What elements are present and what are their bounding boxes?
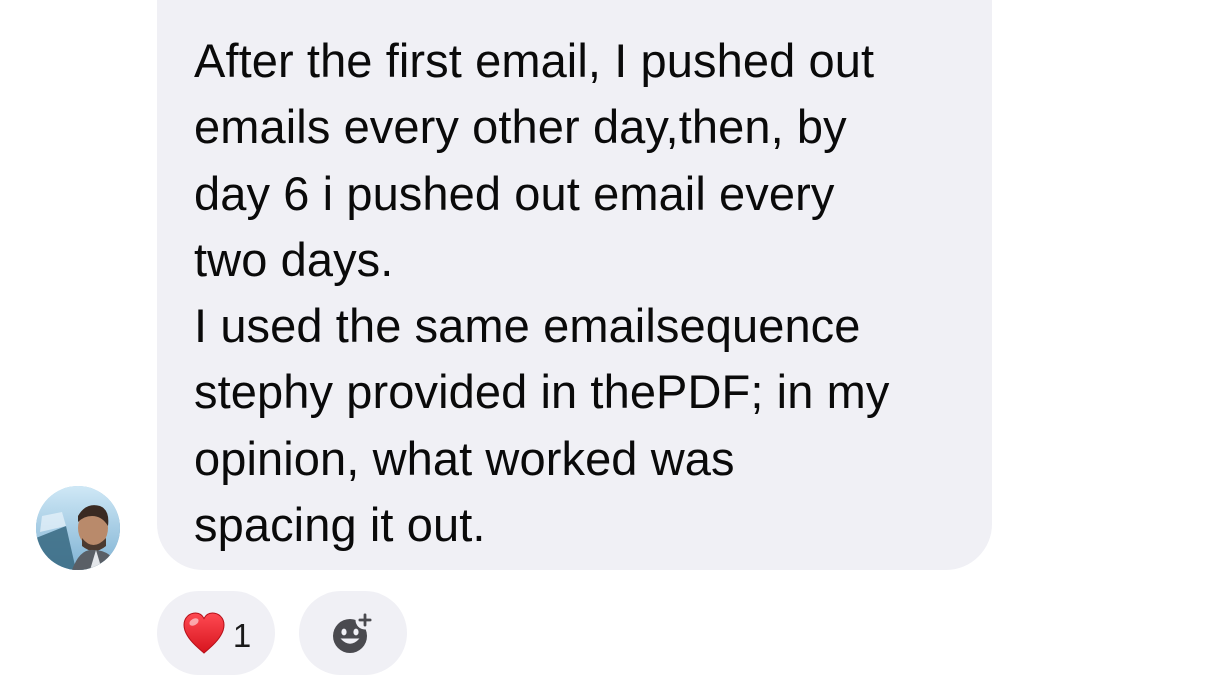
message-line: emails every other day,then, by <box>194 100 847 154</box>
heart-reaction-button[interactable]: 1 <box>157 591 275 675</box>
reaction-count: 1 <box>232 616 252 654</box>
message-line: day 6 i pushed out email every <box>194 166 835 220</box>
add-reaction-button[interactable] <box>299 591 407 675</box>
smiley-plus-icon <box>333 610 375 653</box>
message-bubble[interactable]: After the first email, I pushed out emai… <box>157 0 992 570</box>
heart-icon <box>183 612 225 654</box>
avatar-photo <box>36 486 120 570</box>
message-text: After the first email, I pushed out emai… <box>194 28 984 558</box>
message-line: After the first email, I pushed out <box>194 34 875 87</box>
chat-thread: After the first email, I pushed out emai… <box>0 0 1206 687</box>
sender-avatar[interactable] <box>36 486 120 570</box>
message-line: stephy provided in thePDF; in my <box>194 365 890 419</box>
message-line: I used the same emailsequence <box>194 299 861 353</box>
message-line: opinion, what worked was <box>194 431 735 485</box>
message-line: spacing it out. <box>194 498 486 552</box>
message-line: two days. <box>194 232 394 286</box>
